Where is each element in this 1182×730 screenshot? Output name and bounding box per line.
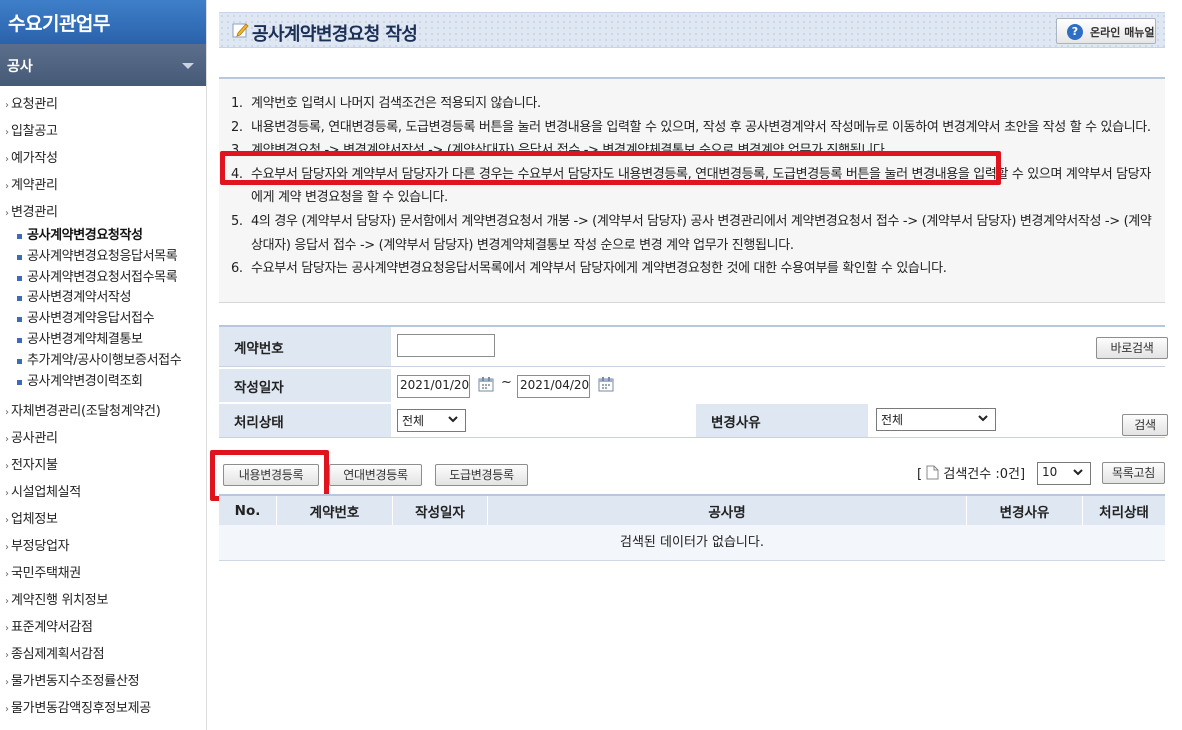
main-content: 공사계약변경요청 작성 ? 온라인 매뉴얼 1. 계약번호 입력시 나머지 검색조… (210, 0, 1182, 730)
chevron-down-icon (448, 416, 458, 423)
date-label: 작성일자 (219, 369, 391, 402)
search-button[interactable]: 검색 (1122, 414, 1168, 436)
status-label: 처리상태 (219, 404, 391, 437)
sidebar-subitem[interactable]: 추가계약/공사이행보증서접수 (0, 351, 206, 372)
notice-item: 2. 내용변경등록, 연대변경등록, 도급변경등록 버튼을 눌러 변경내용을 입력… (231, 119, 1151, 135)
contract-no-input[interactable] (397, 334, 495, 357)
column-header-project-name[interactable]: 공사명 (488, 496, 967, 525)
sidebar-item[interactable]: › 예가작성 (0, 145, 206, 172)
sidebar-menu: › 요청관리 › 입찰공고 › 예가작성 › 계약관리 › 변경관리 공사계약변경요청작성… (0, 86, 206, 722)
sidebar-subitem[interactable]: 공사계약변경요청서접수목록 (0, 268, 206, 289)
sidebar-item[interactable]: › 변경관리 (0, 199, 206, 226)
column-header-contract-no[interactable]: 계약번호 (277, 496, 393, 525)
result-count: [ 검색건수 :0건] (917, 465, 1026, 482)
bullet-square-icon (17, 296, 22, 302)
sidebar-item[interactable]: › 계약관리 (0, 172, 206, 199)
sidebar-item[interactable]: › 공사관리 (0, 425, 206, 452)
sidebar-item[interactable]: › 표준계약서감점 (0, 614, 206, 641)
status-row: 처리상태 전체 변경사유 전체 검색 (219, 404, 1168, 438)
online-manual-button[interactable]: ? 온라인 매뉴얼 (1056, 18, 1156, 44)
status-select[interactable]: 전체 (397, 409, 466, 432)
help-icon: ? (1067, 24, 1083, 40)
sidebar-subitem-active[interactable]: 공사계약변경요청작성 (0, 226, 206, 247)
empty-table-message: 검색된 데이터가 없습니다. (219, 525, 1165, 561)
date-to-input[interactable]: 2021/04/20 (517, 375, 590, 398)
sidebar: 수요기관업무 공사 › 요청관리 › 입찰공고 › 예가작성 › 계약관리 › 변경관리 … (0, 0, 207, 730)
sidebar-category-label: 공사 (7, 59, 33, 75)
sidebar-category-dropdown[interactable]: 공사 (0, 44, 206, 86)
highlight-box-note-3 (220, 151, 1001, 185)
sidebar-item[interactable]: › 전자지불 (0, 452, 206, 479)
sidebar-subitem[interactable]: 공사변경계약서작성 (0, 288, 206, 309)
bullet-square-icon (17, 254, 22, 260)
chevron-down-icon (182, 63, 194, 69)
notice-box: 1. 계약번호 입력시 나머지 검색조건은 적용되지 않습니다. 2. 내용변경등록… (219, 77, 1165, 303)
sidebar-subitem[interactable]: 공사계약변경요청응답서목록 (0, 247, 206, 268)
joint-change-register-button[interactable]: 연대변경등록 (329, 464, 422, 486)
date-from-input[interactable]: 2021/01/20 (397, 375, 470, 398)
sidebar-item[interactable]: › 물가변동지수조정률산정 (0, 668, 206, 695)
sidebar-title: 수요기관업무 (0, 0, 206, 44)
sidebar-subitem[interactable]: 공사계약변경이력조회 (0, 372, 206, 393)
bullet-square-icon (17, 275, 22, 281)
column-header-status[interactable]: 처리상태 (1083, 496, 1165, 525)
sidebar-item[interactable]: › 자체변경관리(조달청계약건) (0, 398, 206, 425)
bullet-square-icon (17, 234, 22, 239)
sidebar-subitem[interactable]: 공사변경계약체결통보 (0, 330, 206, 351)
notice-item: 5. 4의 경우 (계약부서 담당자) 문서함에서 계약변경요청서 개봉 -> (… (231, 213, 1152, 253)
sidebar-item[interactable]: › 계약진행 위치정보 (0, 587, 206, 614)
sidebar-item[interactable]: › 업체정보 (0, 506, 206, 533)
refresh-list-button[interactable]: 목록고침 (1102, 462, 1165, 484)
bullet-square-icon (17, 317, 22, 323)
calendar-icon[interactable] (478, 376, 494, 392)
chevron-down-icon (978, 415, 988, 422)
sidebar-item[interactable]: › 요청관리 (0, 91, 206, 118)
notice-item: 1. 계약번호 입력시 나머지 검색조건은 적용되지 않습니다. (231, 96, 541, 111)
chevron-down-icon (1073, 469, 1083, 476)
page-size-select[interactable]: 10 (1037, 462, 1091, 485)
page-header: 공사계약변경요청 작성 ? 온라인 매뉴얼 (219, 12, 1165, 48)
contract-no-label: 계약번호 (219, 327, 391, 366)
sidebar-subitem[interactable]: 공사변경계약응답서접수 (0, 309, 206, 330)
bullet-square-icon (17, 358, 22, 364)
column-header-change-reason[interactable]: 변경사유 (967, 496, 1083, 525)
date-separator: ~ (501, 375, 512, 390)
bullet-square-icon (17, 379, 22, 385)
subcontract-change-register-button[interactable]: 도급변경등록 (435, 464, 528, 486)
contract-no-row: 계약번호 바로검색 (219, 325, 1168, 367)
bullet-square-icon (17, 337, 22, 343)
date-row: 작성일자 2021/01/20 ~ 2021/04/20 (219, 369, 1165, 402)
column-header-date[interactable]: 작성일자 (393, 496, 488, 525)
sidebar-item[interactable]: › 입찰공고 (0, 118, 206, 145)
notice-item: 6. 수요부서 담당자는 공사계약변경요청응답서목록에서 계약부서 담당자에게 계… (231, 261, 947, 277)
pencil-icon (232, 23, 249, 38)
quick-search-button[interactable]: 바로검색 (1096, 337, 1168, 359)
online-manual-label: 온라인 매뉴얼 (1090, 26, 1155, 39)
calendar-icon[interactable] (598, 376, 614, 392)
column-header-no[interactable]: No. (219, 496, 277, 525)
sidebar-item[interactable]: › 국민주택채권 (0, 560, 206, 587)
reason-label: 변경사유 (696, 404, 868, 437)
sidebar-item[interactable]: › 시설업체실적 (0, 479, 206, 506)
sidebar-item[interactable]: › 물가변동감액징후정보제공 (0, 695, 206, 722)
reason-select[interactable]: 전체 (876, 408, 996, 431)
page-title: 공사계약변경요청 작성 (252, 24, 418, 45)
document-icon (926, 465, 939, 480)
table-header: No. 계약번호 작성일자 공사명 변경사유 처리상태 (219, 494, 1165, 525)
sidebar-item[interactable]: › 종심제계획서감점 (0, 641, 206, 668)
sidebar-item[interactable]: › 부정당업자 (0, 533, 206, 560)
